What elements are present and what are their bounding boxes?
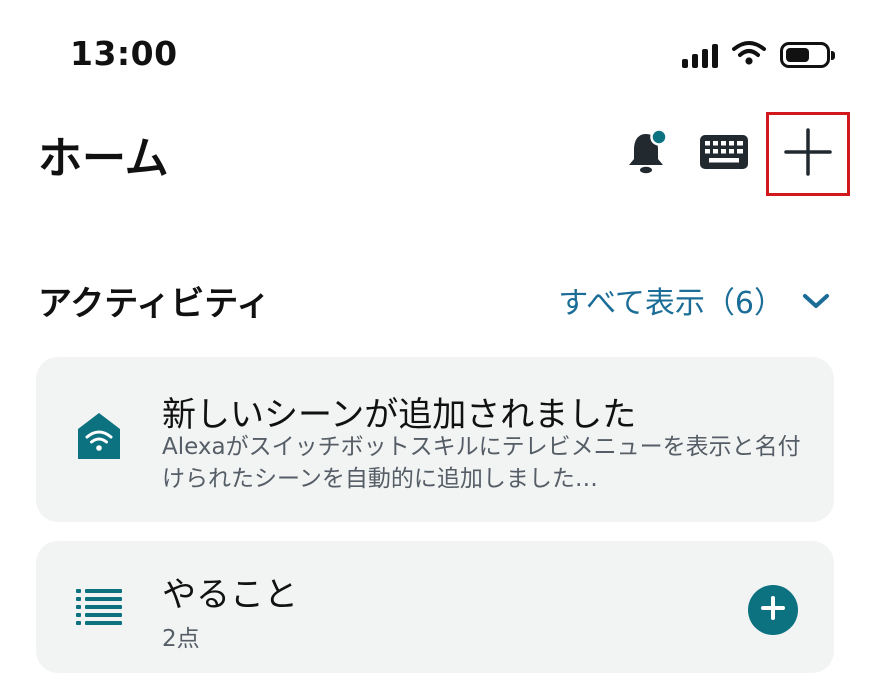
cellular-signal-icon bbox=[682, 42, 718, 68]
activity-card-todo[interactable]: やること 2点 bbox=[36, 541, 834, 673]
status-icons bbox=[682, 40, 835, 70]
wifi-icon bbox=[732, 40, 766, 70]
card-title: やること bbox=[162, 575, 298, 615]
home-screen: 13:00 ホーム アクティビティ すべて表示（6） 新しいシーンが追加されまし… bbox=[0, 0, 870, 679]
add-button[interactable] bbox=[766, 112, 850, 196]
show-all-label: すべて表示（6） bbox=[558, 286, 784, 321]
activity-section-title: アクティビティ bbox=[38, 284, 271, 324]
show-all-link[interactable]: すべて表示（6） bbox=[558, 278, 830, 322]
chevron-down-icon bbox=[802, 283, 830, 318]
add-icon bbox=[782, 126, 834, 182]
activity-card-scene-added[interactable]: 新しいシーンが追加されました Alexaがスイッチボットスキルにテレビメニューを… bbox=[36, 357, 834, 522]
card-description: Alexaがスイッチボットスキルにテレビメニューを表示と名付けられたシーンを自動… bbox=[162, 434, 801, 492]
status-time: 13:00 bbox=[70, 34, 178, 73]
header-actions bbox=[618, 112, 850, 196]
plus-circle-icon bbox=[760, 595, 786, 625]
add-todo-button[interactable] bbox=[748, 585, 798, 635]
battery-icon bbox=[780, 42, 835, 68]
notifications-button[interactable] bbox=[618, 124, 678, 184]
keyboard-icon bbox=[699, 133, 749, 175]
smart-home-wifi-icon bbox=[76, 411, 122, 465]
card-title: 新しいシーンが追加されました bbox=[162, 395, 637, 435]
keyboard-button[interactable] bbox=[694, 124, 754, 184]
bell-notification-icon bbox=[622, 126, 674, 182]
page-title: ホーム bbox=[38, 133, 169, 184]
card-subtitle: 2点 bbox=[162, 626, 200, 652]
list-icon bbox=[76, 587, 122, 633]
